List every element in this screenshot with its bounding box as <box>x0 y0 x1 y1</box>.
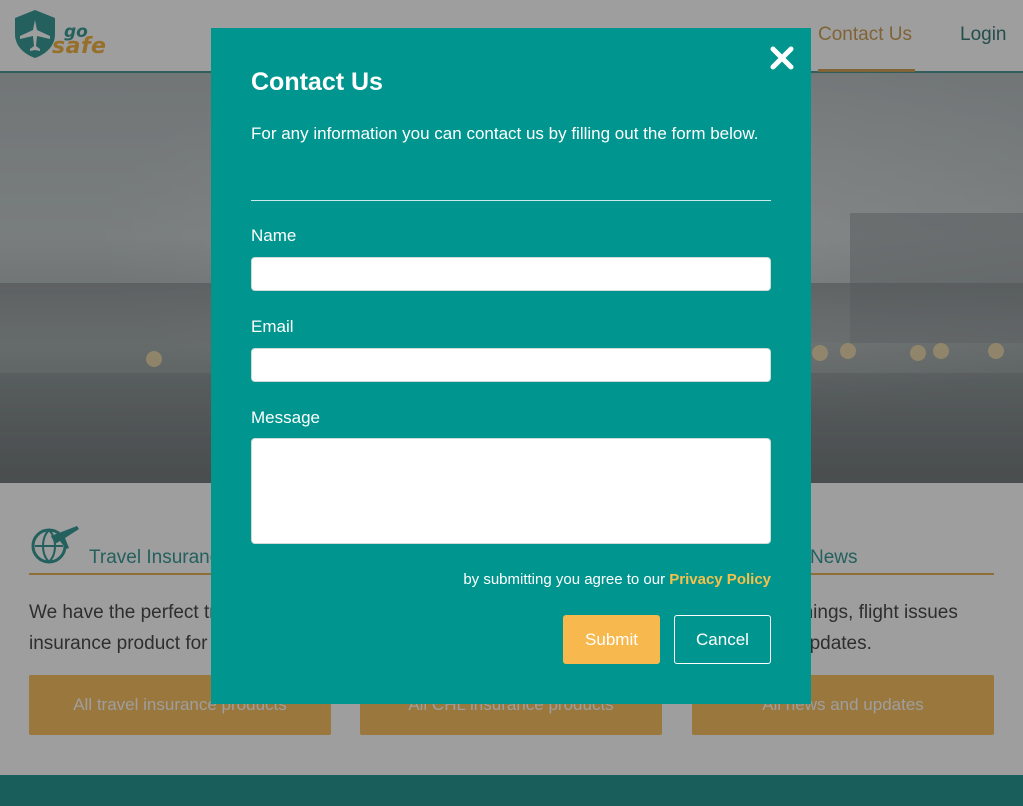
modal-intro-text: For any information you can contact us b… <box>251 124 759 143</box>
message-field[interactable] <box>251 438 771 544</box>
modal-title: Contact Us <box>251 68 383 96</box>
email-label: Email <box>251 317 294 336</box>
contact-modal: Contact Us For any information you can c… <box>211 28 811 704</box>
name-label: Name <box>251 226 297 245</box>
submit-button[interactable]: Submit <box>563 615 660 664</box>
cancel-button[interactable]: Cancel <box>674 615 771 664</box>
message-label: Message <box>251 408 320 427</box>
name-field[interactable] <box>251 257 771 291</box>
close-icon[interactable] <box>768 44 796 72</box>
privacy-agreement: by submitting you agree to our Privacy P… <box>463 571 771 588</box>
modal-divider <box>251 200 771 201</box>
email-field[interactable] <box>251 348 771 382</box>
agree-text: by submitting you agree to our <box>463 571 670 588</box>
privacy-policy-link[interactable]: Privacy Policy <box>669 571 771 588</box>
